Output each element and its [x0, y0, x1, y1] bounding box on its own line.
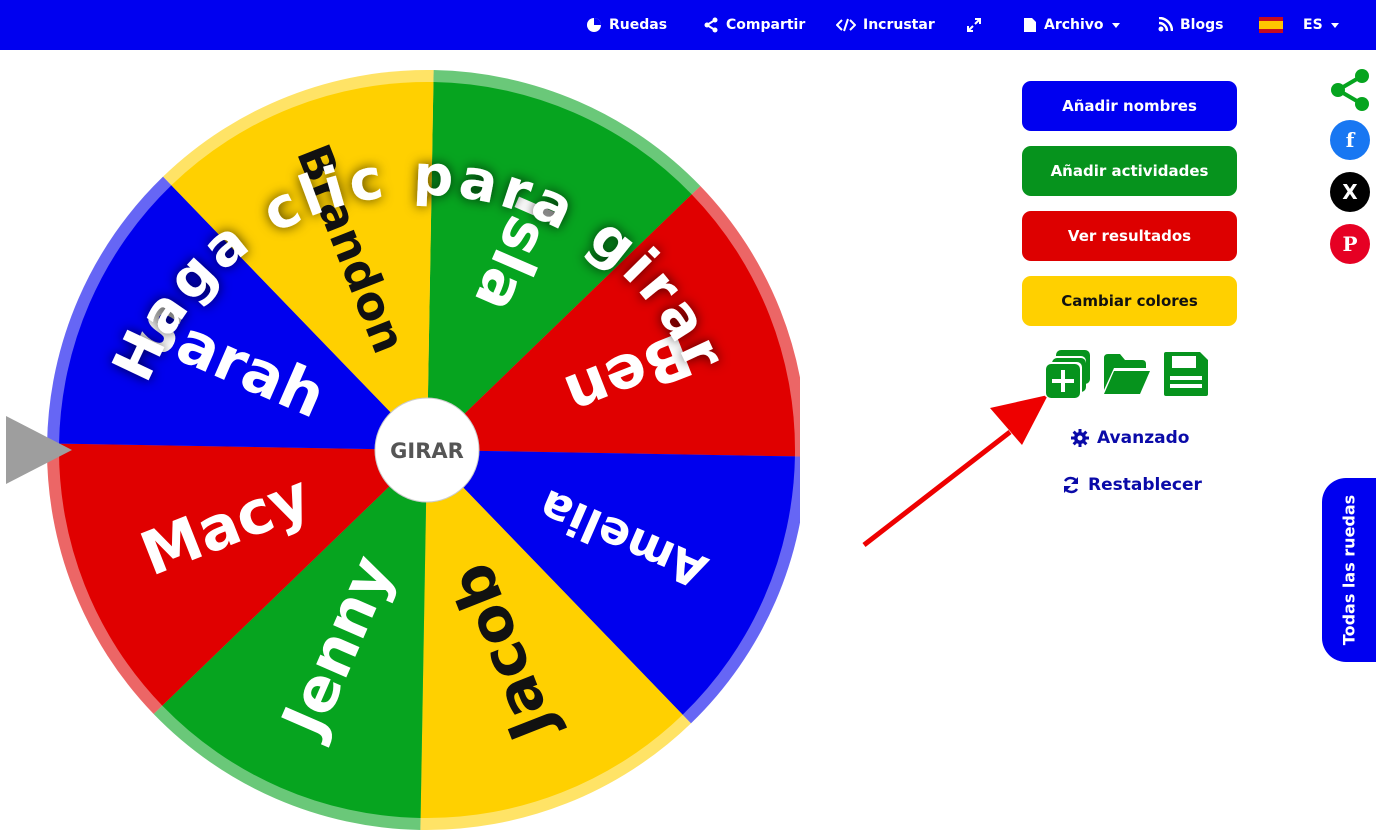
advanced-label: Avanzado	[1097, 428, 1190, 448]
change-colors-button[interactable]: Cambiar colores	[1022, 276, 1237, 326]
nav-fullscreen[interactable]	[966, 0, 989, 50]
expand-icon	[967, 18, 981, 32]
nav-file-label: Archivo	[1044, 17, 1104, 33]
share-icon[interactable]	[1329, 69, 1371, 111]
spin-button[interactable]: GIRAR	[374, 397, 480, 503]
reset-link[interactable]: Restablecer	[1062, 475, 1202, 495]
new-wheel-icon[interactable]	[1042, 348, 1094, 400]
pinterest-icon[interactable]: P	[1330, 224, 1370, 264]
spin-wheel[interactable]: IslaBenAmeliaJacobJennyMacySarahBrandon …	[0, 0, 800, 836]
code-icon	[836, 18, 856, 32]
gear-icon	[1071, 429, 1089, 447]
save-icon[interactable]	[1162, 350, 1210, 398]
facebook-icon[interactable]: f	[1330, 120, 1370, 160]
add-activities-button[interactable]: Añadir actividades	[1022, 146, 1237, 196]
add-names-button[interactable]: Añadir nombres	[1022, 81, 1237, 131]
spain-flag-icon	[1259, 17, 1283, 33]
nav-embed[interactable]: Incrustar	[836, 0, 935, 50]
all-wheels-tab[interactable]: Todas las ruedas	[1322, 478, 1376, 662]
nav-blogs[interactable]: Blogs	[1157, 0, 1223, 50]
view-results-button[interactable]: Ver resultados	[1022, 211, 1237, 261]
nav-file[interactable]: Archivo	[1023, 0, 1120, 50]
nav-language-label: ES	[1303, 17, 1323, 33]
nav-blogs-label: Blogs	[1180, 17, 1224, 33]
rss-icon	[1158, 17, 1173, 32]
refresh-icon	[1063, 476, 1079, 494]
open-folder-icon[interactable]	[1102, 352, 1152, 396]
nav-embed-label: Incrustar	[863, 17, 935, 33]
nav-language[interactable]: ES	[1259, 0, 1339, 50]
chevron-down-icon	[1330, 22, 1339, 28]
file-icon	[1024, 18, 1036, 32]
reset-label: Restablecer	[1088, 475, 1202, 495]
all-wheels-tab-label: Todas las ruedas	[1339, 494, 1359, 646]
chevron-down-icon	[1111, 22, 1120, 28]
x-twitter-icon[interactable]: X	[1330, 172, 1370, 212]
advanced-link[interactable]: Avanzado	[1071, 428, 1189, 448]
spin-button-label: GIRAR	[390, 439, 464, 463]
